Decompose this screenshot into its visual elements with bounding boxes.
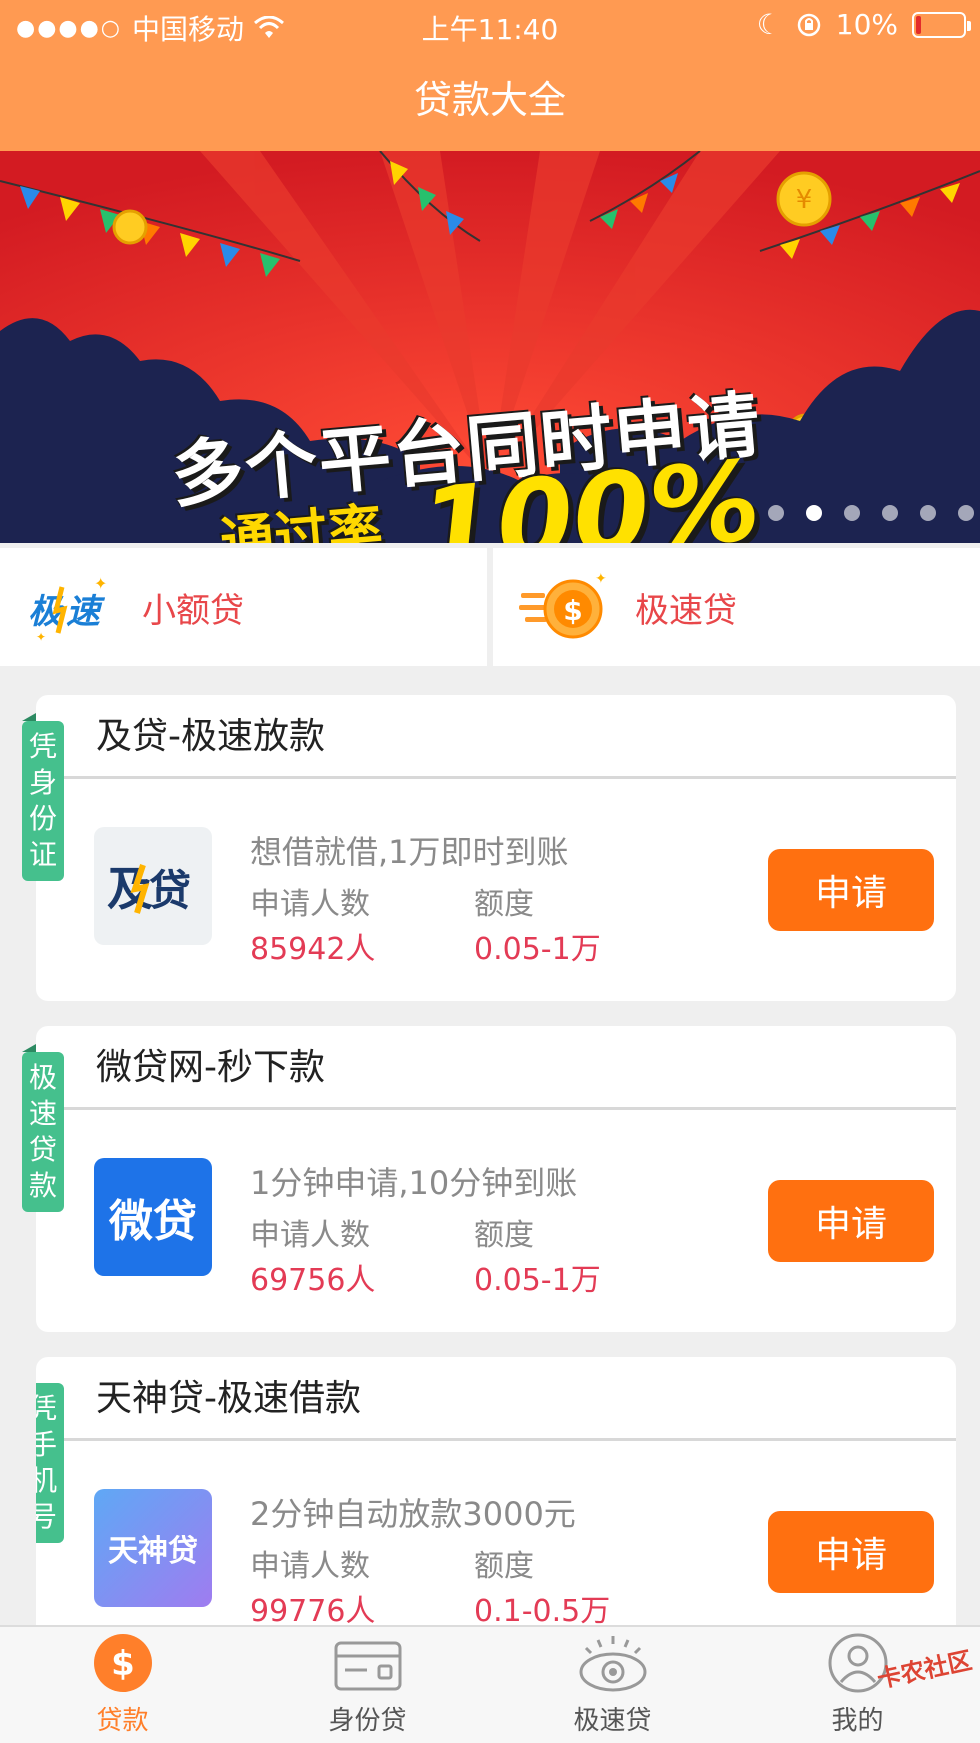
banner-pager[interactable]	[768, 505, 974, 521]
jidai-logo-icon: 及 贷	[94, 827, 212, 945]
tab-id-loan[interactable]: 身份贷	[245, 1627, 490, 1743]
loan-card[interactable]: 凭身份证 及贷-极速放款 及 贷 想借就借,1万即时到账 申请人数 额度 859…	[22, 695, 956, 1001]
apply-button[interactable]: 申请	[768, 1180, 934, 1262]
moon-icon: ☾	[756, 8, 782, 41]
page-title: 贷款大全	[0, 50, 980, 151]
applicant-count: 69756人	[250, 1263, 376, 1298]
tab-loans[interactable]: $ 贷款	[0, 1627, 245, 1743]
tab-label: 极速贷	[573, 1706, 652, 1736]
applicant-count-label: 申请人数	[250, 887, 370, 922]
battery-icon	[912, 11, 971, 38]
promo-banner[interactable]: ¥ ¥ 多个平台同时申请 通过率 100%	[0, 151, 980, 543]
pager-dot[interactable]	[958, 505, 974, 521]
coin-icon: $ ✦	[519, 571, 609, 643]
pager-dot[interactable]	[768, 505, 784, 521]
applicant-count: 99776人	[250, 1594, 376, 1629]
tile-label: 小额贷	[142, 590, 244, 631]
svg-text:$: $	[563, 594, 582, 627]
card-description: 想借就借,1万即时到账	[250, 833, 569, 871]
svg-text:速: 速	[66, 592, 106, 632]
svg-text:✦: ✦	[94, 574, 107, 593]
loan-card[interactable]: 凭手机号 天神贷-极速借款 天神贷 2分钟自动放款3000元 申请人数 额度 9…	[36, 1357, 956, 1657]
applicant-count: 85942人	[250, 932, 376, 967]
card-description: 2分钟自动放款3000元	[250, 1495, 576, 1533]
status-bar: ●●●●○ 中国移动 上午11:40 ☾ 10%	[0, 0, 980, 50]
tile-small-loan[interactable]: 极 速 ✦ ✦ 小额贷	[0, 548, 487, 666]
jisu-logo-icon: 极 速 ✦ ✦	[26, 571, 116, 644]
dollar-icon: $	[93, 1634, 152, 1692]
svg-text:贷: 贷	[149, 866, 191, 915]
tab-label: 贷款	[96, 1706, 149, 1736]
svg-text:¥: ¥	[796, 185, 813, 215]
svg-text:✦: ✦	[36, 630, 46, 643]
rotation-lock-icon	[797, 13, 821, 36]
apply-button[interactable]: 申请	[768, 849, 934, 931]
card-description: 1分钟申请,10分钟到账	[250, 1164, 578, 1202]
applicant-count-label: 申请人数	[250, 1218, 370, 1253]
applicant-count-label: 申请人数	[250, 1549, 370, 1584]
apply-button[interactable]: 申请	[768, 1511, 934, 1593]
card-title: 微贷网-秒下款	[36, 1026, 956, 1110]
tab-label: 身份贷	[328, 1706, 407, 1736]
loan-amount: 0.1-0.5万	[474, 1594, 611, 1629]
loan-amount: 0.05-1万	[474, 1263, 601, 1298]
tab-bar: $ 贷款 身份贷 极速贷 我的	[0, 1625, 980, 1743]
tab-label: 我的	[831, 1706, 884, 1736]
quick-tiles: 极 速 ✦ ✦ 小额贷 $ ✦ 极速贷	[0, 548, 980, 666]
eye-icon	[579, 1636, 646, 1692]
card-title: 天神贷-极速借款	[36, 1357, 956, 1441]
svg-text:$: $	[111, 1644, 135, 1684]
pager-dot[interactable]	[806, 505, 822, 521]
card-title: 及贷-极速放款	[36, 695, 956, 779]
amount-label: 额度	[474, 887, 534, 922]
tianshendai-logo-icon: 天神贷	[94, 1489, 212, 1607]
weidai-logo-icon: 微贷	[94, 1158, 212, 1276]
id-card-icon	[334, 1641, 401, 1691]
tile-fast-loan[interactable]: $ ✦ 极速贷	[493, 548, 980, 666]
amount-label: 额度	[474, 1218, 534, 1253]
battery-percent: 10%	[835, 8, 898, 41]
tab-fast-loan[interactable]: 极速贷	[490, 1627, 735, 1743]
svg-text:✦: ✦	[595, 571, 607, 587]
pager-dot[interactable]	[882, 505, 898, 521]
loan-card[interactable]: 极速贷款 微贷网-秒下款 微贷 1分钟申请,10分钟到账 申请人数 额度 697…	[22, 1026, 956, 1332]
amount-label: 额度	[474, 1549, 534, 1584]
loan-amount: 0.05-1万	[474, 932, 601, 967]
pager-dot[interactable]	[844, 505, 860, 521]
tile-label: 极速贷	[635, 590, 737, 631]
pager-dot[interactable]	[920, 505, 936, 521]
